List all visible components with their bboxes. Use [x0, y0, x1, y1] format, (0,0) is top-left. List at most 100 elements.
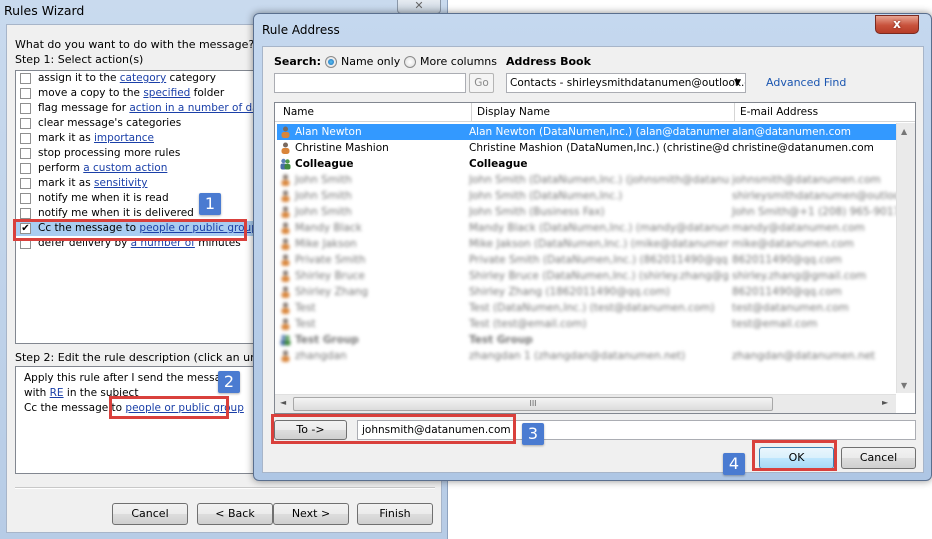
cell-name: Test Group [295, 334, 359, 346]
rules-wizard-close-button[interactable]: ✕ [397, 0, 441, 14]
address-row[interactable]: zhangdan zhangdan 1 (zhangdan@datanumen.n… [277, 348, 896, 364]
cell-display-name: Mike Jakson (DataNumen,Inc.) (mike@datan… [469, 238, 729, 250]
cell-name: John Smith [295, 190, 352, 202]
scroll-down-icon[interactable]: ▼ [901, 381, 907, 390]
cell-name: Private Smith [295, 254, 366, 266]
action-link[interactable]: importance [94, 132, 154, 144]
address-row[interactable]: Test Test (DataNumen,Inc.) (test@datanume… [277, 300, 896, 316]
radio-selected-icon [325, 56, 337, 68]
advanced-find-link[interactable]: Advanced Find [766, 76, 846, 89]
cell-name: Mike Jakson [295, 238, 357, 250]
column-divider[interactable] [734, 103, 735, 122]
contact-icon [280, 254, 291, 266]
scroll-thumb[interactable]: III [293, 397, 773, 411]
radio-unselected-icon [404, 56, 416, 68]
contact-icon [280, 190, 291, 202]
grid-header: Name Display Name E-mail Address [275, 103, 915, 122]
address-row[interactable]: Test Group Test Group [277, 332, 896, 348]
cell-name: Test [295, 302, 316, 314]
cell-email: shirleysmithdatanumen@outlook.c [732, 190, 916, 202]
column-header-email[interactable]: E-mail Address [740, 106, 818, 118]
cell-email: 862011490@qq.com [732, 286, 842, 298]
horizontal-scrollbar[interactable]: ◄ III ► [275, 394, 896, 413]
contact-icon [280, 174, 291, 186]
checkbox[interactable] [20, 73, 31, 84]
action-link[interactable]: specified [143, 87, 190, 99]
back-button[interactable]: < Back [197, 503, 273, 525]
address-row[interactable]: Shirley Bruce Shirley Bruce (DataNumen,In… [277, 268, 896, 284]
finish-button[interactable]: Finish [357, 503, 433, 525]
action-text: assign it to the [38, 72, 120, 84]
address-row[interactable]: John Smith John Smith (Business Fax) John … [277, 204, 900, 220]
rule-address-body: Search: Name only More columns Address B… [262, 46, 924, 473]
checkbox[interactable] [20, 208, 31, 219]
contact-icon [280, 318, 291, 330]
action-link[interactable]: action in a number of days [129, 102, 270, 114]
checkbox[interactable] [20, 118, 31, 129]
scroll-right-icon[interactable]: ► [882, 398, 888, 407]
highlight-box-2 [109, 396, 229, 419]
action-text: clear message's categories [38, 117, 182, 129]
column-divider[interactable] [471, 103, 472, 122]
action-link[interactable]: sensitivity [94, 177, 147, 189]
action-link[interactable]: a custom action [83, 162, 167, 174]
group-icon [280, 334, 291, 346]
cell-name: Shirley Zhang [295, 286, 369, 298]
re-link[interactable]: RE [50, 387, 64, 399]
checkbox[interactable] [20, 163, 31, 174]
checkbox[interactable] [20, 178, 31, 189]
rules-wizard-title: Rules Wizard [4, 3, 85, 18]
rule-address-close-button[interactable]: x [875, 15, 919, 34]
scroll-left-icon[interactable]: ◄ [280, 398, 286, 407]
cell-display-name: Alan Newton (DataNumen,Inc.) (alan@datan… [469, 126, 729, 138]
address-row[interactable]: John Smith John Smith (DataNumen,Inc.) (j… [277, 172, 896, 188]
action-text: move a copy to the [38, 87, 144, 99]
cell-name: Test [295, 318, 316, 330]
highlight-box-1 [13, 219, 247, 241]
highlight-box-4 [752, 440, 837, 471]
column-header-display-name[interactable]: Display Name [477, 106, 550, 118]
cell-display-name: Mandy Black (DataNumen,Inc.) (mandy@data… [469, 222, 729, 234]
step-badge-4: 4 [723, 453, 745, 475]
search-input[interactable] [274, 73, 466, 93]
address-book-label: Address Book [506, 55, 591, 68]
search-label: Search: [274, 55, 321, 68]
address-row[interactable]: Private Smith Private Smith (DataNumen,In… [277, 252, 896, 268]
cell-display-name: Shirley Zhang (1862011490@qq.com) [469, 286, 671, 298]
address-book-select[interactable]: Contacts - shirleysmithdatanumen@outlook… [506, 73, 746, 93]
address-row[interactable]: Christine Mashion Christine Mashion (Data… [277, 140, 896, 156]
cell-email: test@datanumen.com [732, 302, 849, 314]
checkbox[interactable] [20, 88, 31, 99]
cell-display-name: John Smith (DataNumen,Inc.) (johnsmith@d… [469, 174, 729, 186]
address-row[interactable]: Alan Newton Alan Newton (DataNumen,Inc.) … [277, 124, 896, 140]
cell-email: mike@datanumen.com [732, 238, 854, 250]
address-row[interactable]: Test Test (test@email.com) test@email.com [277, 316, 896, 332]
column-header-name[interactable]: Name [283, 106, 314, 118]
action-link[interactable]: category [120, 72, 166, 84]
address-row[interactable]: John Smith John Smith (DataNumen,Inc.) shi… [277, 188, 915, 204]
contact-icon [280, 302, 291, 314]
cancel-button[interactable]: Cancel [112, 503, 188, 525]
go-button[interactable]: Go [469, 73, 494, 93]
checkbox[interactable] [20, 103, 31, 114]
radio-name-only[interactable]: Name only [325, 55, 400, 68]
checkbox[interactable] [20, 148, 31, 159]
action-text: category [166, 72, 216, 84]
checkbox[interactable] [20, 133, 31, 144]
cell-email: shirley.zhang@gmail.com [732, 270, 867, 282]
checkbox[interactable] [20, 193, 31, 204]
radio-more-columns[interactable]: More columns [404, 55, 497, 68]
vertical-scrollbar[interactable]: ▲ ▼ [896, 123, 915, 393]
cell-name: Mandy Black [295, 222, 362, 234]
scroll-up-icon[interactable]: ▲ [901, 127, 907, 136]
address-row[interactable]: Mandy Black Mandy Black (DataNumen,Inc.) … [277, 220, 896, 236]
next-button[interactable]: Next > [273, 503, 349, 525]
address-row[interactable]: Mike Jakson Mike Jakson (DataNumen,Inc.) … [277, 236, 896, 252]
action-text: mark it as [38, 177, 95, 189]
cell-display-name: Shirley Bruce (DataNumen,Inc.) (shirley.… [469, 270, 729, 282]
contact-icon [280, 286, 291, 298]
step-badge-2: 2 [218, 371, 240, 393]
address-row[interactable]: Shirley Zhang Shirley Zhang (1862011490@q… [277, 284, 896, 300]
address-row[interactable]: Colleague Colleague [277, 156, 896, 172]
cancel-button[interactable]: Cancel [841, 447, 916, 469]
